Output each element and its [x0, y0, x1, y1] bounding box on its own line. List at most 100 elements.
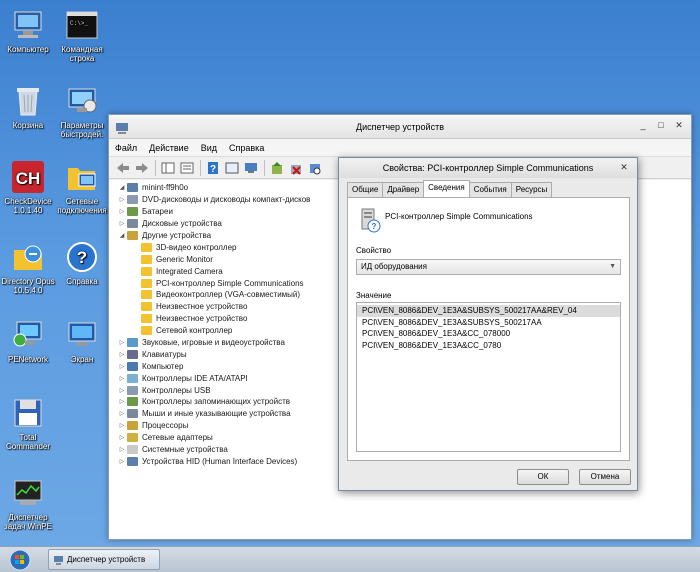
scan-hardware-icon[interactable] [307, 160, 323, 176]
value-item[interactable]: PCI\VEN_8086&DEV_1E3A&CC_0780 [357, 340, 620, 352]
warning-device-icon [141, 314, 152, 324]
desktop-icon-help[interactable]: ? Справка [54, 240, 110, 286]
desktop-icon-label: Корзина [12, 121, 44, 130]
value-item[interactable]: PCI\VEN_8086&DEV_1E3A&SUBSYS_500217AA&RE… [357, 305, 620, 317]
device-category-icon [127, 445, 138, 455]
expand-icon[interactable]: ▷ [117, 196, 127, 203]
expand-icon[interactable]: ▷ [117, 387, 127, 394]
tree-item-label: Клавиатуры [142, 349, 187, 359]
value-item[interactable]: PCI\VEN_8086&DEV_1E3A&CC_078000 [357, 328, 620, 340]
dialog-titlebar[interactable]: Свойства: PCI-контроллер Simple Communic… [339, 158, 637, 178]
dialog-close-button[interactable]: ✕ [617, 161, 631, 174]
forward-button[interactable] [134, 160, 150, 176]
tree-item-label: Сетевые адаптеры [142, 433, 213, 443]
menu-view[interactable]: Вид [201, 143, 217, 153]
expand-icon[interactable]: ▷ [117, 434, 127, 441]
expand-icon[interactable]: ▷ [117, 458, 127, 465]
uninstall-icon[interactable] [288, 160, 304, 176]
monitor-icon[interactable] [243, 160, 259, 176]
desktop-icon-task-manager[interactable]: Диспетчер задач WinPE [0, 476, 56, 531]
device-category-icon [127, 349, 138, 359]
tab-driver[interactable]: Драйвер [382, 182, 425, 197]
tab-events[interactable]: События [468, 182, 512, 197]
device-category-icon [127, 373, 138, 383]
tree-item-label: Другие устройства [142, 231, 212, 240]
tab-general[interactable]: Общие [347, 182, 384, 197]
menu-action[interactable]: Действие [149, 143, 189, 153]
unknown-device-icon: ? [360, 208, 382, 234]
warning-device-icon [141, 290, 152, 300]
desktop-icon-computer[interactable]: Компьютер [0, 8, 56, 54]
update-driver-icon[interactable] [269, 160, 285, 176]
value-label: Значение [356, 291, 392, 300]
properties-icon[interactable] [179, 160, 195, 176]
expand-icon[interactable]: ▷ [117, 375, 127, 382]
value-list[interactable]: PCI\VEN_8086&DEV_1E3A&SUBSYS_500217AA&RE… [356, 302, 621, 452]
expand-icon[interactable]: ▷ [117, 208, 127, 215]
desktop-icon-recycle-bin[interactable]: Корзина [0, 84, 56, 130]
desktop-icon-label: Total Commander [5, 433, 50, 451]
value-item[interactable]: PCI\VEN_8086&DEV_1E3A&SUBSYS_500217AA [357, 317, 620, 329]
desktop-icon-label: Экран [70, 355, 94, 364]
expand-icon[interactable]: ▷ [117, 398, 127, 405]
desktop-icon-label: Командная строка [61, 45, 103, 63]
start-button[interactable] [4, 549, 36, 571]
menu-file[interactable]: Файл [115, 143, 137, 153]
menu-bar: Файл Действие Вид Справка [109, 139, 691, 157]
expand-icon[interactable]: ▷ [117, 351, 127, 358]
tree-item-label: Устройства HID (Human Interface Devices) [142, 456, 298, 466]
desktop-icon-total-commander[interactable]: Total Commander [0, 396, 56, 451]
desktop-icon-label: Сетевые подключения [57, 197, 107, 215]
tree-item-label: PCI-контроллер Simple Communications [156, 278, 304, 288]
warning-device-icon [141, 278, 152, 288]
expand-icon[interactable]: ▷ [117, 446, 127, 453]
view-icon[interactable] [224, 160, 240, 176]
desktop-icon-performance[interactable]: Параметры быстродей. [54, 84, 110, 139]
desktop-icon-checkdevice[interactable]: CH CheckDevice 1.0.1.40 [0, 160, 56, 215]
tree-item-label: Контроллеры USB [142, 385, 211, 395]
device-category-icon [127, 231, 138, 240]
window-title: Диспетчер устройств [356, 122, 444, 132]
tree-item-label: 3D-видео контроллер [156, 242, 237, 252]
tab-resources[interactable]: Ресурсы [510, 182, 553, 197]
desktop-icon-penetwork[interactable]: PENetwork [0, 318, 56, 364]
properties-dialog: Свойства: PCI-контроллер Simple Communic… [338, 157, 638, 491]
expand-icon[interactable]: ▷ [117, 422, 127, 429]
desktop-icon-directory-opus[interactable]: Directory Opus 10.5.4.0 [0, 240, 56, 295]
desktop-icon-network-connections[interactable]: Сетевые подключения [54, 160, 110, 215]
expand-icon[interactable]: ▷ [117, 339, 127, 346]
menu-help[interactable]: Справка [229, 143, 264, 153]
tree-item-label: Мыши и иные указывающие устройства [142, 409, 291, 419]
collapse-icon[interactable]: ◢ [117, 232, 127, 239]
help-icon[interactable]: ? [205, 160, 221, 176]
warning-device-icon [141, 266, 152, 276]
device-category-icon [127, 385, 138, 395]
ok-button[interactable]: ОК [517, 469, 569, 485]
window-titlebar[interactable]: Диспетчер устройств _ □ ✕ [109, 115, 691, 139]
cancel-button[interactable]: Отмена [579, 469, 631, 485]
taskbar-item-device-manager[interactable]: Диспетчер устройств [48, 549, 160, 570]
device-category-icon [127, 409, 138, 419]
property-label: Свойство [356, 246, 392, 255]
console-tree-icon[interactable] [160, 160, 176, 176]
tab-details[interactable]: Сведения [423, 180, 470, 197]
collapse-icon[interactable]: ◢ [117, 184, 127, 191]
expand-icon[interactable]: ▷ [117, 363, 127, 370]
network-icon [11, 318, 45, 352]
details-panel: ? PCI-контроллер Simple Communications С… [347, 197, 630, 461]
tree-item-label: Системные устройства [142, 445, 228, 455]
expand-icon[interactable]: ▷ [117, 410, 127, 417]
expand-icon[interactable]: ▷ [117, 220, 127, 227]
computer-icon [11, 8, 45, 42]
svg-text:C:\>_: C:\>_ [70, 20, 88, 27]
chevron-down-icon: ▼ [609, 263, 616, 270]
property-select[interactable]: ИД оборудования ▼ [356, 259, 621, 275]
maximize-button[interactable]: □ [653, 118, 669, 132]
help-icon: ? [65, 240, 99, 274]
desktop-icon-display[interactable]: Экран [54, 318, 110, 364]
desktop-icon-command-prompt[interactable]: C:\>_ Командная строка [54, 8, 110, 63]
minimize-button[interactable]: _ [635, 118, 651, 132]
toolbar-separator [200, 159, 201, 176]
back-button[interactable] [115, 160, 131, 176]
close-button[interactable]: ✕ [671, 118, 687, 132]
